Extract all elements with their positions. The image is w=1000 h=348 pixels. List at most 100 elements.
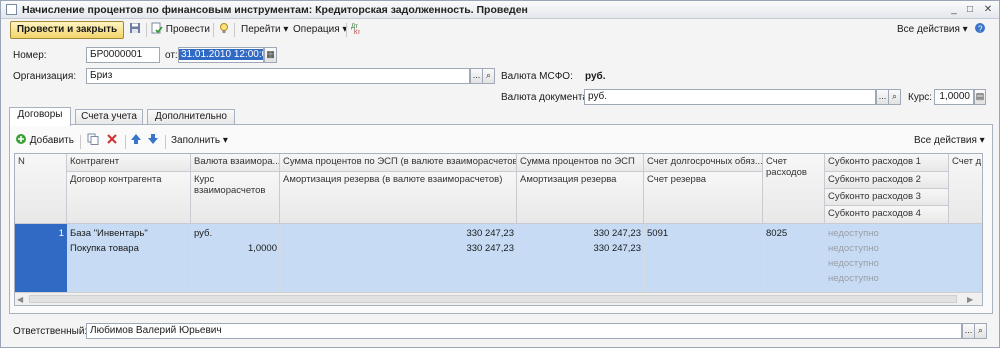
operation-menu[interactable]: Операция ▾ [293,21,347,39]
col-header-contract[interactable]: Договор контрагента [67,172,191,224]
reserve-amort-settlement-cell[interactable]: 330 247,23 [280,241,517,256]
row-number: 1 [58,228,64,239]
maximize-button[interactable]: □ [963,3,977,16]
col-header-long-term-account[interactable]: Счет долгосрочных обяз... [644,154,763,172]
col-header-reserve-amort[interactable]: Амортизация резерва [517,172,644,224]
floppy-disk-icon [130,23,140,34]
rate-label: Курс: [908,92,933,103]
delete-row-button[interactable] [106,132,118,150]
col-header-expense-account[interactable]: Счет расходов [763,154,825,224]
fill-label: Заполнить [171,135,221,146]
lightbulb-icon [220,23,228,34]
calendar-button[interactable]: ▦ [264,47,277,63]
arrow-down-icon [148,134,158,145]
organization-field[interactable]: Бриз [86,68,470,84]
col-header-subconto-3[interactable]: Субконто расходов 3 [825,189,949,206]
col-header-subconto-4[interactable]: Субконто расходов 4 [825,206,949,224]
panel-all-actions-label: Все действия [914,135,977,146]
document-window: Начисление процентов по финансовым инстр… [0,0,1000,348]
post-and-close-button[interactable]: Провести и закрыть [10,21,124,39]
col-header-reserve-amort-settlement[interactable]: Амортизация резерва (в валюте взаиморасч… [280,172,517,224]
chevron-down-icon: ▾ [222,135,228,146]
add-icon [16,134,26,145]
tab-accounts[interactable]: Счета учета [75,109,143,125]
date-label: от: [165,50,178,61]
calendar-icon: ▦ [266,49,275,59]
dt-kt-button[interactable]: Дт Кт [351,21,363,39]
contracts-table[interactable]: N Контрагент Договор контрагента Валюта … [14,153,983,306]
col-header-interest-esp[interactable]: Сумма процентов по ЭСП [517,154,644,172]
doc-currency-field[interactable]: руб. [584,89,876,105]
interest-settlement-cell[interactable]: 330 247,23 [280,226,517,241]
panel-all-actions-menu[interactable]: Все действия ▾ [914,132,985,150]
title-bar: Начисление процентов по финансовым инстр… [1,1,999,19]
tab-contracts[interactable]: Договоры [9,107,71,126]
col-header-n[interactable]: N [15,154,67,224]
main-toolbar: Провести и закрыть Провести Перейти ▾ Оп… [1,20,999,41]
col-header-subconto-1[interactable]: Субконто расходов 1 [825,154,949,172]
currency-cell[interactable]: руб. [191,226,280,241]
col-header-settlement-rate[interactable]: Курс взаиморасчетов [191,172,280,224]
debit-credit-icon: ДтКт [351,24,360,34]
hint-button[interactable] [218,21,230,39]
copy-row-button[interactable] [87,132,99,150]
contract-cell[interactable]: Покупка товара [67,241,191,256]
move-down-button[interactable] [147,132,159,150]
msfo-currency-value: руб. [585,71,606,82]
horizontal-scrollbar[interactable]: ◀ ▶ [15,292,982,305]
goto-menu[interactable]: Перейти ▾ [241,21,288,39]
search-icon: ⌕ [485,70,492,80]
save-button[interactable] [129,21,141,39]
responsible-label: Ответственный: [13,326,88,337]
interest-esp-cell[interactable]: 330 247,23 [517,226,644,241]
date-value: 31.01.2010 12:00:00 [179,49,263,60]
col-header-settlement-currency[interactable]: Валюта взаимора... [191,154,280,172]
move-up-button[interactable] [130,132,142,150]
responsible-field[interactable]: Любимов Валерий Юрьевич [86,323,962,339]
col-header-interest-settlement[interactable]: Сумма процентов по ЭСП (в валюте взаимор… [280,154,517,172]
msfo-currency-label: Валюта МСФО: [501,71,573,82]
subconto-4-cell: недоступно [828,273,879,284]
subconto-3-cell: недоступно [828,258,879,269]
expense-account-cell[interactable]: 8025 [763,226,825,241]
chevron-down-icon: ▾ [283,24,289,35]
all-actions-menu[interactable]: Все действия ▾ [897,21,968,39]
operation-label: Операция [293,24,340,35]
post-button[interactable]: Провести [151,21,210,39]
number-label: Номер: [13,50,47,61]
add-label: Добавить [29,135,74,146]
help-button[interactable]: ? [974,21,986,39]
copy-icon [87,133,99,146]
post-document-icon [151,22,163,34]
col-header-subconto-2[interactable]: Субконто расходов 2 [825,172,949,189]
calculator-icon: ▤ [975,91,985,101]
organization-label: Организация: [13,71,77,82]
rate-cell[interactable]: 1,0000 [191,241,280,256]
minimize-button[interactable]: _ [947,3,961,16]
number-field[interactable]: БР0000001 [86,47,160,63]
col-header-counterparty[interactable]: Контрагент [67,154,191,172]
add-row-button[interactable]: Добавить [15,132,74,150]
scroll-thumb[interactable] [29,295,957,303]
fill-menu[interactable]: Заполнить ▾ [171,132,228,150]
organization-open-button[interactable]: ⌕ [482,68,495,84]
scroll-left-icon[interactable]: ◀ [17,295,23,304]
rate-field[interactable]: 1,0000 [934,89,974,105]
reserve-amort-cell[interactable]: 330 247,23 [517,241,644,256]
col-header-reserve-account[interactable]: Счет резерва [644,172,763,224]
all-actions-label: Все действия [897,24,960,35]
goto-label: Перейти [241,24,281,35]
scroll-right-icon[interactable]: ▶ [967,295,973,304]
long-term-account-cell[interactable]: 5091 [644,226,763,241]
date-field[interactable]: 31.01.2010 12:00:00 [178,47,264,63]
arrow-up-icon [131,134,141,145]
rate-calculator-button[interactable]: ▤ [974,89,986,105]
delete-icon [107,134,117,145]
responsible-open-button[interactable]: ⌕ [974,323,987,339]
tab-additional[interactable]: Дополнительно [147,109,235,125]
search-icon: ⌕ [891,91,898,101]
close-button[interactable]: ✕ [981,3,995,16]
col-header-next[interactable]: Счет д [949,154,982,224]
doc-currency-open-button[interactable]: ⌕ [888,89,901,105]
counterparty-cell[interactable]: База "Инвентарь" [67,226,191,241]
